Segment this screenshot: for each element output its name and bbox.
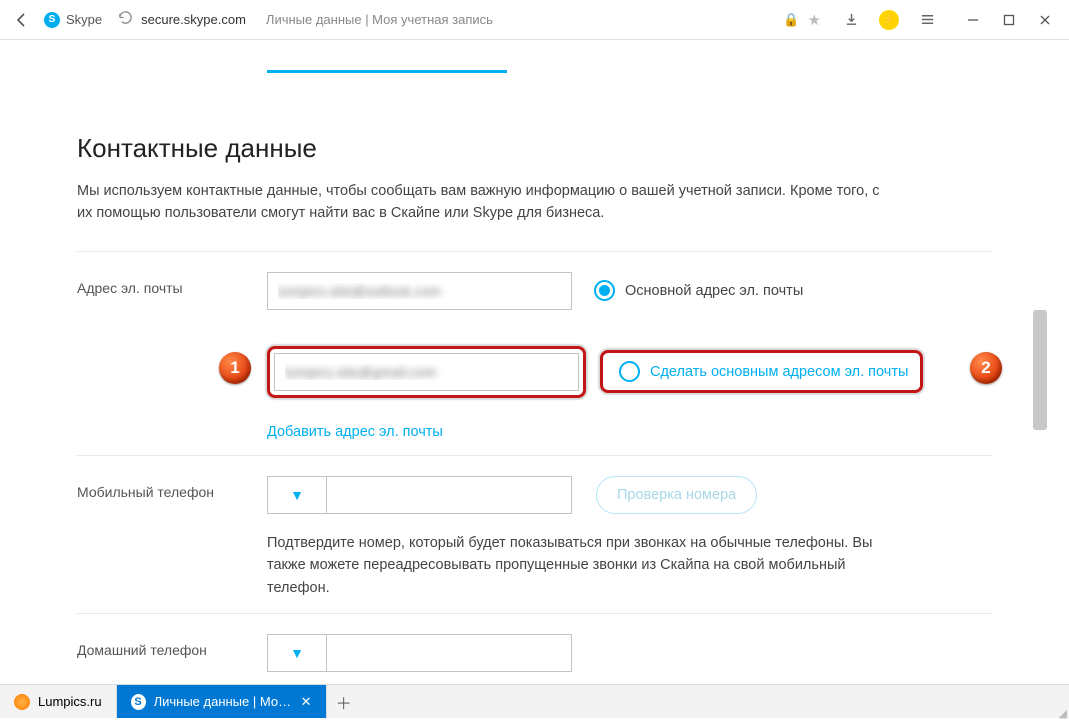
chevron-down-icon: ▼ [290,487,304,503]
window-maximize-button[interactable] [993,6,1025,34]
tab-lumpics[interactable]: Lumpics.ru [0,685,117,718]
mobile-phone-input[interactable] [327,476,572,514]
menu-icon[interactable] [913,6,941,34]
tab-label: Lumpics.ru [38,694,102,709]
skype-favicon: S [131,694,146,710]
add-email-link[interactable]: Добавить адрес эл. почты [267,424,443,440]
chevron-down-icon: ▼ [290,645,304,661]
titlebar-right: ⚡ [837,6,1061,34]
cutoff-element-underline [267,70,507,73]
home-phone-row: Домашний телефон ▼ [77,613,992,672]
tab-skype-account[interactable]: S Личные данные | Моя уч ✕ [117,685,327,718]
annotation-step-2-badge: 2 [970,352,1002,384]
home-country-code-select[interactable]: ▼ [267,634,327,672]
primary-email-input[interactable] [267,272,572,310]
home-phone-input[interactable] [327,634,572,672]
scrollbar-thumb[interactable] [1033,310,1047,430]
lumpics-favicon [14,694,30,710]
verify-number-button[interactable]: Проверка номера [596,476,757,514]
window-close-button[interactable] [1029,6,1061,34]
mobile-phone-label: Мобильный телефон [77,476,267,500]
annotation-highlight-1 [267,346,586,398]
mobile-phone-hint: Подтвердите номер, который будет показыв… [267,532,887,599]
mobile-phone-row: Мобильный телефон ▼ Проверка номера Подт… [77,455,992,599]
section-description: Мы используем контактные данные, чтобы с… [77,180,897,225]
bookmark-star-icon[interactable]: ★ [808,11,821,29]
current-tab-title: S Skype [44,12,102,28]
mobile-country-code-select[interactable]: ▼ [267,476,327,514]
primary-email-radio[interactable] [594,280,615,301]
close-tab-icon[interactable]: ✕ [301,694,312,710]
make-primary-radio[interactable] [619,361,640,382]
reload-icon[interactable] [118,10,133,30]
section-title: Контактные данные [77,133,992,164]
tab-title-text: Skype [66,12,102,27]
tab-label: Личные данные | Моя уч [154,694,293,709]
window-minimize-button[interactable] [957,6,989,34]
back-button[interactable] [8,6,36,34]
email-row: Адрес эл. почты Основной адрес эл. почты… [77,251,992,441]
primary-email-radio-label: Основной адрес эл. почты [625,283,803,299]
home-phone-label: Домашний телефон [77,634,267,658]
browser-tab-strip: Lumpics.ru S Личные данные | Моя уч ✕ ＋ [0,684,1069,718]
lock-icon[interactable]: 🔒 [783,12,799,28]
url-page-title: Личные данные | Моя учетная запись [266,12,493,27]
secondary-email-input[interactable] [274,353,579,391]
annotation-step-1-badge: 1 [219,352,251,384]
downloads-icon[interactable] [837,6,865,34]
extension-icon[interactable]: ⚡ [875,6,903,34]
address-bar[interactable]: secure.skype.com Личные данные | Моя уче… [110,6,829,34]
new-tab-button[interactable]: ＋ [327,685,361,718]
skype-icon: S [44,12,60,28]
page-content: Контактные данные Мы используем контактн… [22,40,1047,682]
resize-grip-icon[interactable]: ◢ [1059,707,1067,720]
url-domain: secure.skype.com [141,12,246,27]
browser-titlebar: S Skype secure.skype.com Личные данные |… [0,0,1069,40]
annotation-highlight-2: Сделать основным адресом эл. почты [600,350,923,393]
email-label: Адрес эл. почты [77,272,267,296]
make-primary-link[interactable]: Сделать основным адресом эл. почты [650,364,908,380]
